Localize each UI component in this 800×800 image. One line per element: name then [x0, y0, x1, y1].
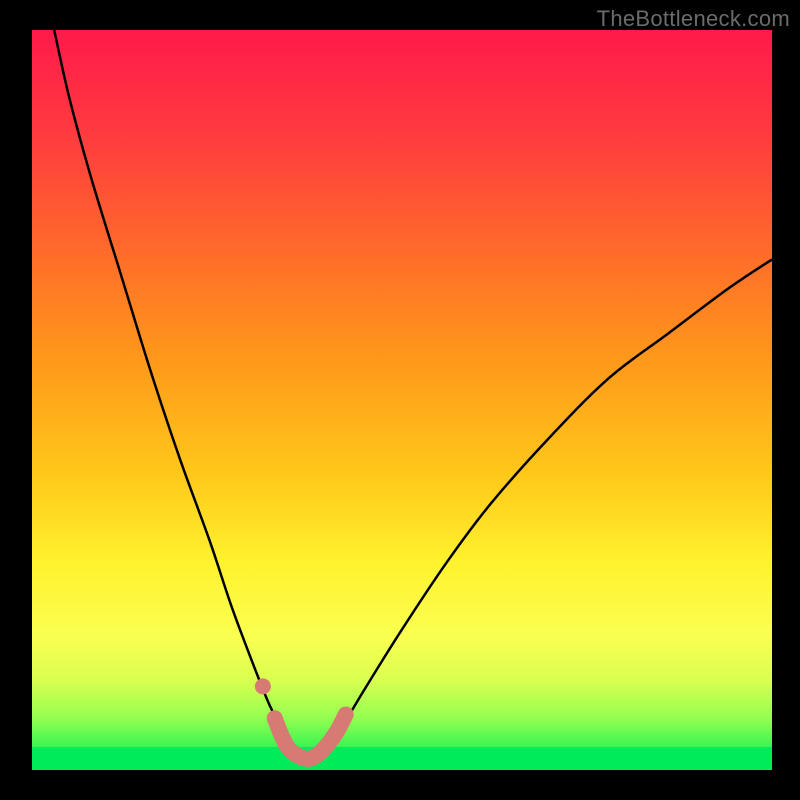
plot-area: [32, 30, 772, 770]
watermark-text: TheBottleneck.com: [597, 6, 790, 32]
optimal-band: [32, 747, 772, 770]
highlight-dot: [255, 678, 271, 694]
chart-container: TheBottleneck.com: [0, 0, 800, 800]
bottleneck-chart: [0, 0, 800, 800]
